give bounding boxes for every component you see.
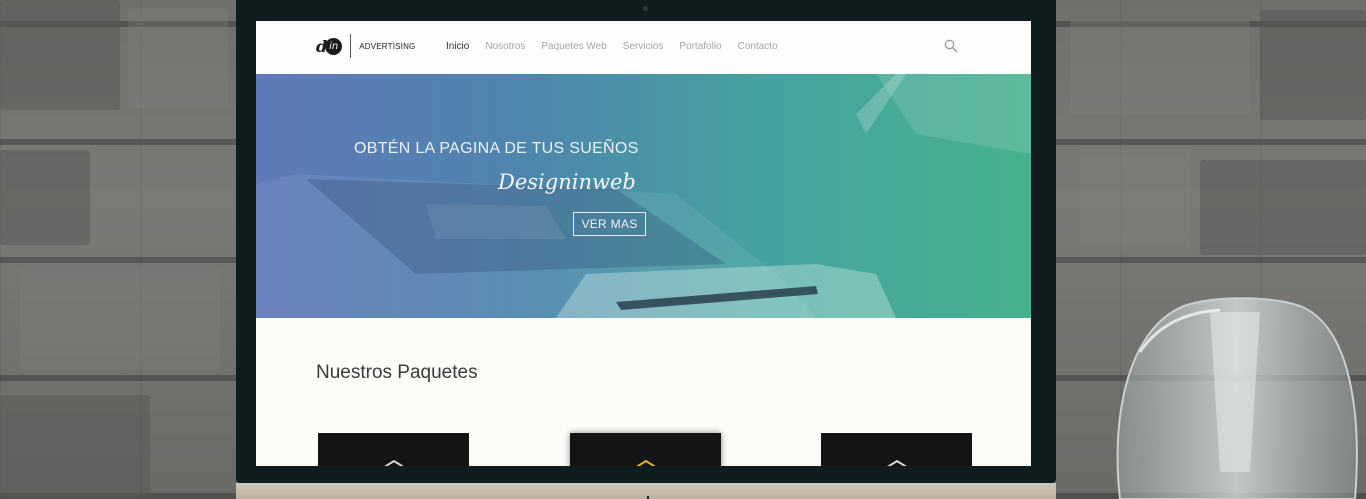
chevron-up-icon [384,459,404,466]
wall-brick [20,270,220,370]
logo-text: ADVERTISING [359,41,416,51]
wall-brick [0,0,120,110]
hero-script-title: Designinweb [498,170,636,194]
wall-brick [0,150,90,245]
wall-brick [1070,20,1250,115]
menu-item-inicio[interactable]: Inicio [446,41,469,52]
menu-item-servicios[interactable]: Servicios [623,41,664,52]
wall-brick [128,8,228,108]
glass-jar-image [1116,297,1358,499]
webcam [643,6,648,11]
wall-brick [1260,10,1366,120]
wall-brick [1200,160,1366,255]
main-menu: Inicio Nosotros Paquetes Web Servicios P… [446,41,794,52]
hero-banner: OBTÉN LA PAGINA DE TUS SUEÑOS Designinwe… [256,74,1031,318]
hero-title: OBTÉN LA PAGINA DE TUS SUEÑOS [354,140,639,157]
menu-item-nosotros[interactable]: Nosotros [485,41,525,52]
package-card-3[interactable] [821,433,972,466]
site-logo[interactable]: d in ADVERTISING [316,34,415,58]
ver-mas-button[interactable]: VER MAS [573,212,646,236]
chevron-up-icon [887,459,907,466]
menu-item-paquetes-web[interactable]: Paquetes Web [541,41,606,52]
logo-divider [350,34,352,58]
chevron-up-icon [636,459,656,466]
packages-title: Nuestros Paquetes [316,362,478,383]
package-card-1[interactable] [318,433,469,466]
menu-item-contacto[interactable]: Contacto [738,41,778,52]
package-card-2[interactable] [570,433,721,466]
menu-item-portafolio[interactable]: Portafolio [679,41,721,52]
logo-circle: in [325,37,343,55]
search-icon[interactable] [944,39,958,53]
laptop-photo-background [256,74,1031,318]
wall-brick [1080,150,1190,250]
wall-brick [0,395,150,499]
top-navigation: d in ADVERTISING Inicio Nosotros Paquete… [256,21,1031,74]
laptop-base [236,483,1056,499]
website-screen: d in ADVERTISING Inicio Nosotros Paquete… [256,21,1031,466]
